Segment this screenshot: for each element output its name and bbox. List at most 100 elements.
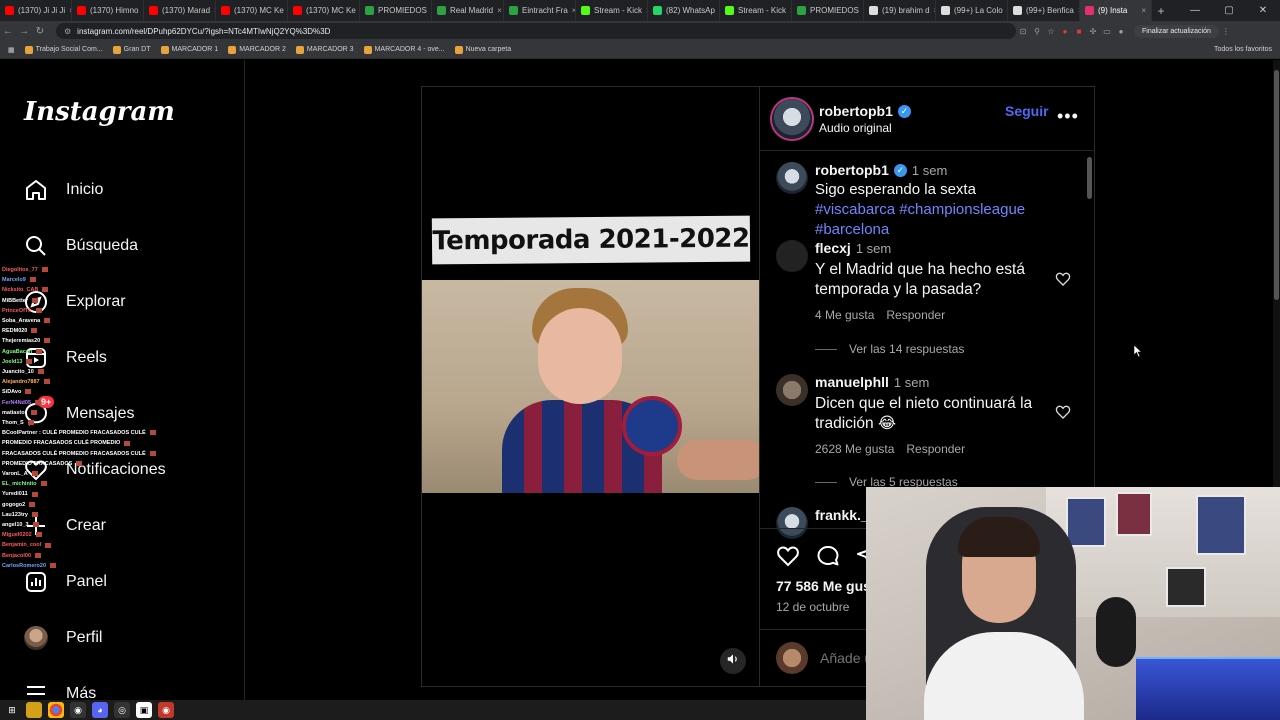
- browser-tab[interactable]: (19) brahim d×: [864, 0, 936, 21]
- like-comment-icon[interactable]: [1055, 404, 1071, 420]
- comment-user-name[interactable]: flecxj: [815, 240, 851, 256]
- hashtag-link[interactable]: #barcelona: [815, 221, 889, 238]
- reel-video[interactable]: Temporada 2021-2022: [421, 86, 760, 687]
- browser-tab[interactable]: (99+) La Colo×: [936, 0, 1008, 21]
- address-bar[interactable]: ⚙ instagram.com/reel/DPuhp62DYCu/?igsh=N…: [56, 23, 1016, 39]
- chat-username: BCoolPartner : CULÉ PROMEDIO FRACASADOS …: [2, 430, 146, 437]
- comment-username[interactable]: manuelphll 1 sem: [815, 374, 929, 390]
- browser-tab[interactable]: Eintracht Fra×: [504, 0, 576, 21]
- zoom-icon[interactable]: ⚲: [1030, 27, 1044, 36]
- bookmark-item[interactable]: Trabajo Social Com...: [24, 45, 103, 54]
- browser-tab[interactable]: (82) WhatsAp×: [648, 0, 720, 21]
- comment-user-name[interactable]: manuelphll: [815, 374, 889, 390]
- comment-icon[interactable]: [816, 544, 840, 573]
- browser-tab[interactable]: (1370) MC Ke×: [216, 0, 288, 21]
- page-scroll-thumb[interactable]: [1274, 70, 1279, 300]
- tab-close-icon[interactable]: ×: [497, 6, 502, 15]
- start-icon[interactable]: ⊞: [4, 702, 20, 718]
- browser-tab[interactable]: (99+) Benfica×: [1008, 0, 1080, 21]
- chat-emote-icon: [40, 481, 47, 487]
- browser-tab[interactable]: (9) Insta ×: [1080, 0, 1152, 21]
- comments-scrollbar[interactable]: [1087, 157, 1092, 517]
- bookmark-item[interactable]: Nueva carpeta: [454, 45, 511, 54]
- chrome-icon[interactable]: [48, 702, 64, 718]
- obs-icon[interactable]: ◎: [114, 702, 130, 718]
- sidebar-icon[interactable]: ▭: [1100, 27, 1114, 36]
- follow-button[interactable]: Seguir: [1005, 103, 1049, 119]
- reply-button[interactable]: Responder: [886, 308, 945, 322]
- bookmark-item[interactable]: MARCADOR 3: [295, 45, 354, 54]
- profile-icon[interactable]: ●: [1114, 27, 1128, 36]
- bookmark-item[interactable]: MARCADOR 1: [160, 45, 218, 54]
- site-info-icon[interactable]: ⚙: [64, 27, 71, 36]
- caption-username[interactable]: robertopb1 ✓ 1 sem: [815, 162, 947, 178]
- like-comment-icon[interactable]: [1055, 271, 1071, 287]
- tab-close-icon[interactable]: ×: [1141, 6, 1146, 15]
- volume-button[interactable]: [720, 648, 746, 674]
- caption-user-name[interactable]: robertopb1: [815, 162, 889, 178]
- extension-icon[interactable]: ●: [1058, 27, 1072, 36]
- browser-tab[interactable]: (1370) Himno×: [72, 0, 144, 21]
- comment-username[interactable]: frankk._: [815, 507, 869, 523]
- browser-tab[interactable]: (1370) Ji Ji Ji×: [0, 0, 72, 21]
- all-bookmarks-button[interactable]: Todos los favoritos: [1214, 46, 1272, 53]
- nav-item-search[interactable]: Búsqueda: [22, 229, 232, 263]
- back-icon[interactable]: ←: [0, 26, 16, 37]
- comment-username[interactable]: flecxj 1 sem: [815, 240, 891, 256]
- bookmark-star-icon[interactable]: ☆: [1044, 27, 1058, 36]
- audio-link[interactable]: Audio original: [819, 121, 892, 135]
- browser-tab[interactable]: PROMIEDOS×: [360, 0, 432, 21]
- instagram-logo[interactable]: Instagram: [24, 97, 175, 127]
- bookmark-item[interactable]: MARCADOR 2: [228, 45, 286, 54]
- view-replies-button[interactable]: Ver las 14 respuestas: [815, 342, 964, 356]
- comment-likes[interactable]: 4 Me gusta: [815, 308, 874, 322]
- browser-tab[interactable]: Stream - Kick×: [720, 0, 792, 21]
- hashtag-link[interactable]: #viscabarca: [815, 201, 895, 218]
- browser-menu-icon[interactable]: ⋮: [1219, 27, 1233, 36]
- nav-item-home[interactable]: Inicio: [22, 173, 232, 207]
- comment-avatar[interactable]: [776, 374, 808, 406]
- caption-avatar[interactable]: [776, 162, 808, 194]
- more-options-icon[interactable]: •••: [1057, 106, 1079, 127]
- browser-tab[interactable]: (1370) Marad×: [144, 0, 216, 21]
- install-icon[interactable]: ⊡: [1016, 27, 1030, 36]
- browser-tab[interactable]: Real Madrid ×: [432, 0, 504, 21]
- comments-scroll-thumb[interactable]: [1087, 157, 1092, 199]
- app-icon[interactable]: ▣: [136, 702, 152, 718]
- browser-tab[interactable]: Stream - Kick×: [576, 0, 648, 21]
- discord-icon[interactable]: ◕: [92, 702, 108, 718]
- file-explorer-icon[interactable]: [26, 702, 42, 718]
- video-frame: [422, 280, 759, 493]
- comment-likes[interactable]: 2628 Me gusta: [815, 442, 894, 456]
- comment-avatar[interactable]: [776, 240, 808, 272]
- nav-item-profile[interactable]: Perfil: [22, 621, 232, 655]
- reload-icon[interactable]: ↻: [32, 26, 48, 37]
- bookmark-item[interactable]: MARCADOR 4 - ove...: [363, 45, 445, 54]
- chat-message: Alejandro7887: [2, 377, 172, 387]
- likes-count[interactable]: 77 586 Me gus: [776, 578, 871, 594]
- tab-favicon-icon: [581, 6, 590, 15]
- author-name[interactable]: robertopb1: [819, 103, 893, 119]
- minimize-icon[interactable]: —: [1178, 0, 1212, 21]
- extensions-puzzle-icon[interactable]: ✣: [1086, 27, 1100, 36]
- comment-user-name[interactable]: frankk._: [815, 507, 869, 523]
- chat-emote-icon: [31, 328, 38, 334]
- author-avatar[interactable]: [772, 99, 812, 139]
- new-tab-icon[interactable]: +: [1152, 4, 1170, 18]
- reply-button[interactable]: Responder: [906, 442, 965, 456]
- hashtag-link[interactable]: #championsleague: [899, 201, 1025, 218]
- maximize-icon[interactable]: ▢: [1212, 0, 1246, 21]
- extension-icon[interactable]: ■: [1072, 27, 1086, 36]
- browser-tab[interactable]: (1370) MC Ke×: [288, 0, 360, 21]
- like-icon[interactable]: [776, 544, 800, 573]
- browser-tab[interactable]: PROMIEDOS×: [792, 0, 864, 21]
- chat-username: Thejeremias20: [2, 338, 41, 345]
- bookmark-item[interactable]: Gran DT: [112, 45, 151, 54]
- forward-icon[interactable]: →: [16, 26, 32, 37]
- app-icon[interactable]: ◉: [158, 702, 174, 718]
- update-button[interactable]: Finalizar actualización: [1134, 24, 1219, 38]
- close-window-icon[interactable]: ✕: [1246, 0, 1280, 21]
- author-username[interactable]: robertopb1 ✓: [819, 103, 911, 119]
- apps-icon[interactable]: ▦: [8, 46, 15, 54]
- app-icon[interactable]: ◉: [70, 702, 86, 718]
